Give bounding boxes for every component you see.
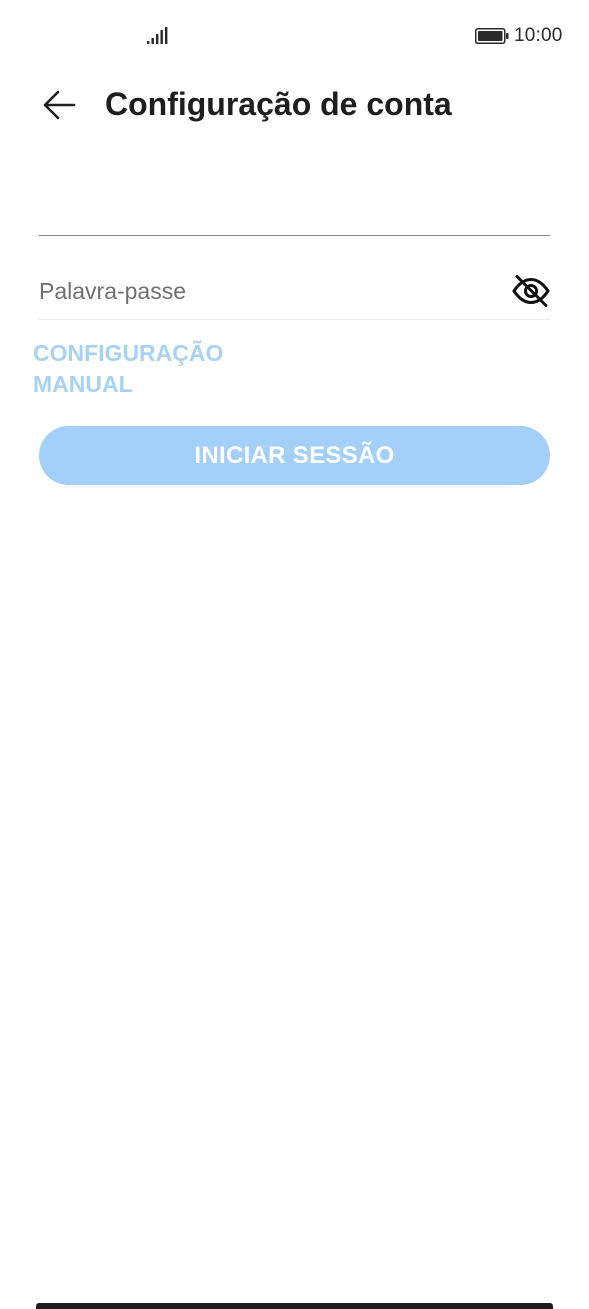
status-time: 10:00 <box>514 25 563 46</box>
arrow-left-icon <box>43 90 76 120</box>
back-button[interactable] <box>36 82 82 128</box>
page-title: Configuração de conta <box>105 86 452 122</box>
account-setup-screen: 10:00 Configuração de conta CONFIGURAÇÃO… <box>0 0 589 1309</box>
login-button[interactable]: INICIAR SESSÃO <box>39 426 550 485</box>
password-row <box>39 262 550 320</box>
signal-bars-icon <box>147 27 168 44</box>
email-field[interactable] <box>39 180 550 236</box>
password-visibility-toggle[interactable] <box>512 275 550 307</box>
password-input[interactable] <box>39 262 499 320</box>
status-bar: 10:00 <box>0 0 589 72</box>
battery-icon <box>475 28 509 44</box>
navigation-gesture-bar[interactable] <box>36 1303 553 1309</box>
manual-configuration-link[interactable]: CONFIGURAÇÃO MANUAL <box>33 338 273 400</box>
eye-off-icon <box>512 275 550 307</box>
